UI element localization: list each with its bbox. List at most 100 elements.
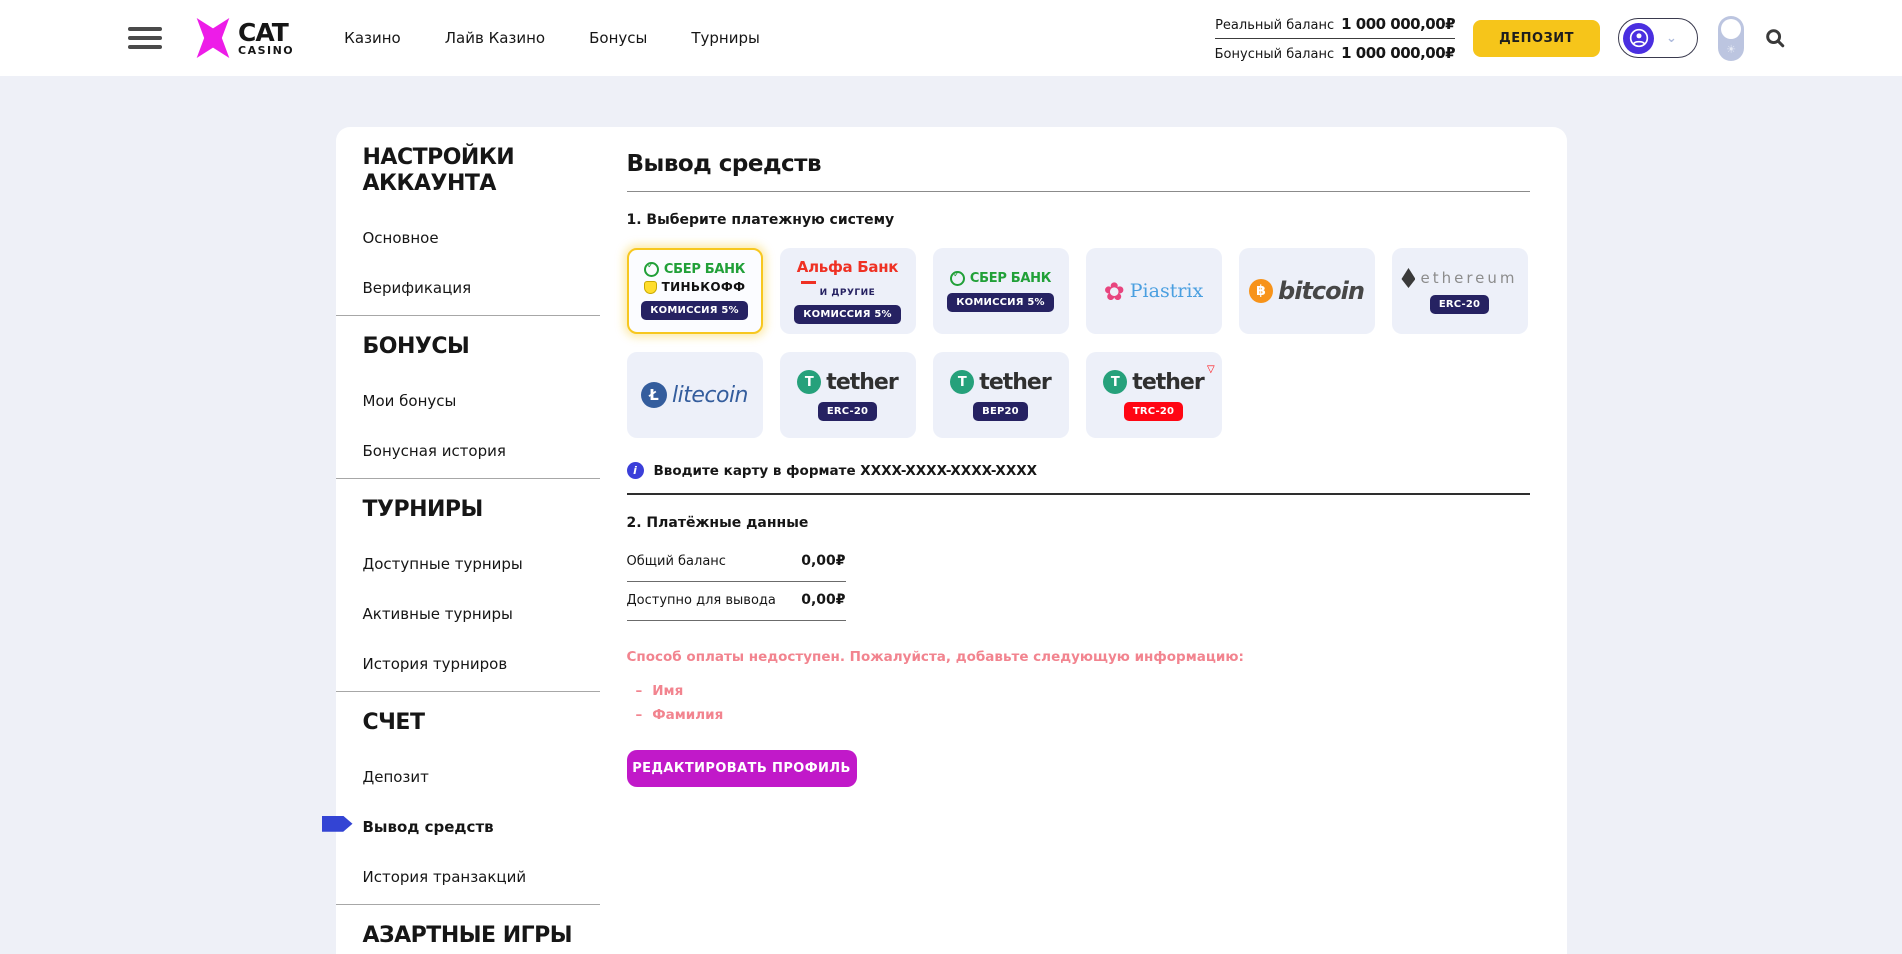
piastrix-flower-icon: ✿ <box>1104 279 1125 304</box>
tether-icon: T <box>1103 370 1127 394</box>
bonus-balance-row: Бонусный баланс 1 000 000,00₽ <box>1215 39 1455 62</box>
payment-method-tether-trc20[interactable]: T tether ▽ TRC-20 <box>1086 352 1222 438</box>
payment-method-litecoin[interactable]: Ł litecoin <box>627 352 763 438</box>
commission-badge: КОМИССИЯ 5% <box>794 305 900 324</box>
payment-method-alfabank[interactable]: Альфа Банк И ДРУГИЕ КОМИССИЯ 5% <box>780 248 916 334</box>
litecoin-icon: Ł <box>641 382 667 408</box>
tether-label: tether ▽ <box>1132 370 1203 395</box>
page-title: Вывод средств <box>627 151 1530 177</box>
missing-firstname-label: Имя <box>652 681 683 701</box>
tinkoff-label: ТИНЬКОФФ <box>662 280 746 294</box>
sidebar-item-withdrawal[interactable]: Вывод средств <box>363 800 627 836</box>
bitcoin-icon: ฿ <box>1249 279 1273 303</box>
sidebar-item-withdrawal-label: Вывод средств <box>363 818 494 836</box>
available-balance-value: 0,00₽ <box>801 592 845 608</box>
payment-method-sberbank[interactable]: СБЕР БАНК КОМИССИЯ 5% <box>933 248 1069 334</box>
real-balance-value: 1 000 000,00₽ <box>1341 15 1455 33</box>
piastrix-label: Piastrix <box>1130 280 1203 302</box>
ethereum-label: ethereum <box>1420 269 1517 287</box>
tether-icon: T <box>797 370 821 394</box>
tether-icon: T <box>950 370 974 394</box>
payment-method-sber-tinkoff[interactable]: СБЕР БАНК ТИНЬКОФФ КОМИССИЯ 5% <box>627 248 763 334</box>
network-badge: TRC-20 <box>1124 402 1183 421</box>
sidebar-item-active-tournaments[interactable]: Активные турниры <box>363 587 627 623</box>
sidebar-section-account: СЧЕТ <box>363 710 593 736</box>
alfabank-label: Альфа Банк <box>797 258 898 276</box>
commission-badge: КОМИССИЯ 5% <box>947 293 1053 312</box>
payment-method-bitcoin[interactable]: ฿ bitcoin <box>1239 248 1375 334</box>
network-badge: ERC-20 <box>818 402 877 421</box>
tether-label: tether <box>979 370 1050 395</box>
bonus-balance-value: 1 000 000,00₽ <box>1341 44 1455 62</box>
payment-method-piastrix[interactable]: ✿ Piastrix <box>1086 248 1222 334</box>
sidebar-item-tournament-history[interactable]: История турниров <box>363 637 627 673</box>
tether-label-text: tether <box>1132 370 1203 395</box>
missing-info-item-firstname: – Имя <box>627 679 1530 703</box>
sidebar-item-bonus-history[interactable]: Бонусная история <box>363 424 627 460</box>
sun-icon: ☀ <box>1718 43 1744 56</box>
missing-lastname-label: Фамилия <box>652 705 723 725</box>
payment-unavailable-warning: Способ оплаты недоступен. Пожалуйста, до… <box>627 649 1530 665</box>
available-balance-label: Доступно для вывода <box>627 593 776 608</box>
sidebar-section-tournaments: ТУРНИРЫ <box>363 497 593 523</box>
cat-logo-icon <box>196 18 230 58</box>
available-balance-row: Доступно для вывода 0,00₽ <box>627 582 846 621</box>
sidebar-item-verification[interactable]: Верификация <box>363 261 627 297</box>
cat-casino-logo[interactable]: CAT CASINO <box>196 18 294 58</box>
payment-methods-grid: СБЕР БАНК ТИНЬКОФФ КОМИССИЯ 5% Альфа Бан… <box>627 248 1530 438</box>
litecoin-label: litecoin <box>672 383 748 408</box>
card-format-text: Вводите карту в формате XXXX-XXXX-XXXX-X… <box>654 463 1038 479</box>
sidebar-item-deposit[interactable]: Депозит <box>363 750 627 786</box>
logo-subtitle: CASINO <box>238 45 294 56</box>
balance-block: Реальный баланс 1 000 000,00₽ Бонусный б… <box>1215 15 1455 62</box>
hamburger-menu-icon[interactable] <box>128 27 162 49</box>
alfabank-underline-icon <box>801 281 816 284</box>
sberbank-label: СБЕР БАНК <box>970 271 1051 286</box>
deposit-button[interactable]: ДЕПОЗИТ <box>1473 20 1600 57</box>
nav-item-tournaments[interactable]: Турниры <box>691 29 759 47</box>
real-balance-row: Реальный баланс 1 000 000,00₽ <box>1215 15 1455 39</box>
alfabank-sublabel: И ДРУГИЕ <box>820 288 876 298</box>
sidebar-item-my-bonuses[interactable]: Мои бонусы <box>363 374 627 410</box>
ethereum-icon <box>1401 268 1415 288</box>
profile-menu-button[interactable]: ⌄ <box>1618 18 1698 58</box>
network-badge: ERC-20 <box>1430 295 1489 314</box>
nav-item-live-casino[interactable]: Лайв Казино <box>445 29 545 47</box>
nav-item-casino[interactable]: Казино <box>344 29 401 47</box>
active-item-arrow-icon <box>322 816 353 832</box>
step1-label: 1. Выберите платежную систему <box>627 212 1530 228</box>
sidebar-item-transaction-history[interactable]: История транзакций <box>363 850 627 886</box>
bitcoin-label: bitcoin <box>1278 277 1364 305</box>
sidebar-item-available-tournaments[interactable]: Доступные турниры <box>363 537 627 573</box>
tron-icon: ▽ <box>1207 364 1214 375</box>
network-badge: BEP20 <box>973 402 1028 421</box>
sberbank-icon <box>644 262 659 277</box>
payment-method-tether-erc20[interactable]: T tether ERC-20 <box>780 352 916 438</box>
missing-info-item-lastname: – Фамилия <box>627 703 1530 727</box>
total-balance-value: 0,00₽ <box>801 553 845 569</box>
nav-item-bonuses[interactable]: Бонусы <box>589 29 647 47</box>
step2-label: 2. Платёжные данные <box>627 515 1530 531</box>
payment-method-ethereum[interactable]: ethereum ERC-20 <box>1392 248 1528 334</box>
card-format-note: i Вводите карту в формате XXXX-XXXX-XXXX… <box>627 462 1530 479</box>
total-balance-row: Общий баланс 0,00₽ <box>627 543 846 582</box>
withdrawal-panel: Вывод средств 1. Выберите платежную сист… <box>627 127 1567 954</box>
sidebar-section-account-settings: НАСТРОЙКИ АККАУНТА <box>363 145 593 197</box>
sidebar-divider <box>336 691 600 692</box>
payment-method-tether-bep20[interactable]: T tether BEP20 <box>933 352 1069 438</box>
sidebar-item-main[interactable]: Основное <box>363 211 627 247</box>
sidebar-divider <box>336 904 600 905</box>
theme-toggle[interactable]: ☀ <box>1718 16 1744 61</box>
search-icon[interactable] <box>1764 27 1786 49</box>
info-icon: i <box>627 462 644 479</box>
avatar-icon <box>1623 23 1654 54</box>
page-body: НАСТРОЙКИ АККАУНТА Основное Верификация … <box>0 76 1902 954</box>
commission-badge: КОМИССИЯ 5% <box>641 301 747 320</box>
edit-profile-button[interactable]: РЕДАКТИРОВАТЬ ПРОФИЛЬ <box>627 750 857 787</box>
sberbank-label: СБЕР БАНК <box>664 262 745 277</box>
sidebar-section-gambling: АЗАРТНЫЕ ИГРЫ <box>363 923 593 949</box>
total-balance-label: Общий баланс <box>627 554 726 569</box>
bonus-balance-label: Бонусный баланс <box>1215 47 1334 62</box>
chevron-down-icon: ⌄ <box>1666 31 1677 46</box>
logo-title: CAT <box>238 20 294 45</box>
